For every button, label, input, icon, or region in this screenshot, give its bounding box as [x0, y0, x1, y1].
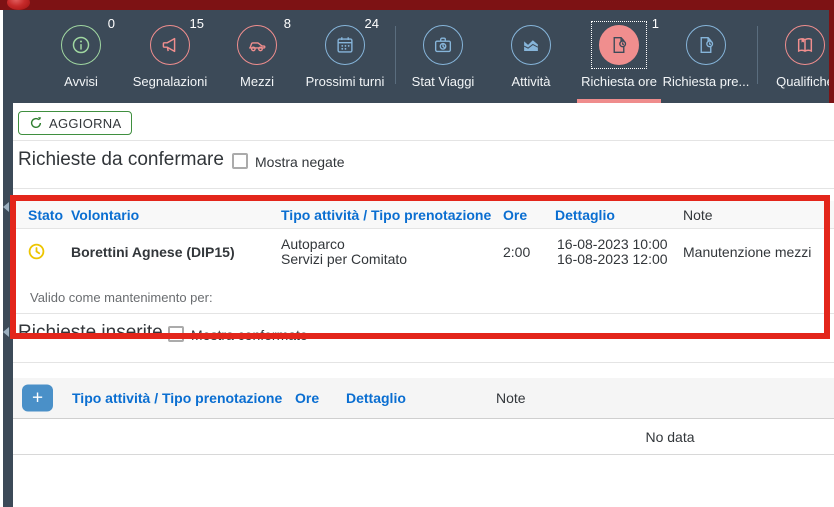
cell-volontario: Borettini Agnese (DIP15) — [71, 245, 235, 260]
badge-count: 15 — [190, 16, 204, 31]
column-header-dettaglio[interactable]: Dettaglio — [346, 390, 406, 406]
no-data-text: No data — [610, 429, 730, 445]
column-header-stato[interactable]: Stato — [28, 207, 63, 223]
divider — [13, 140, 834, 141]
column-header-ore[interactable]: Ore — [503, 207, 527, 223]
window-frame-edge — [829, 0, 834, 103]
expand-panel-arrow-icon[interactable] — [3, 327, 9, 337]
plus-icon: + — [32, 389, 43, 408]
inserted-table-header: + Tipo attività / Tipo prenotazione Ore … — [13, 378, 834, 419]
column-header-tipo[interactable]: Tipo attività / Tipo prenotazione — [281, 207, 491, 223]
tab-richiesta-prenotazione[interactable]: Richiesta pre... — [662, 10, 750, 103]
app-window: 0 Avvisi 15 Segnalazioni 8 — [0, 0, 834, 507]
column-header-volontario[interactable]: Volontario — [71, 207, 139, 223]
mostra-negate-label: Mostra negate — [255, 154, 345, 170]
row-footer-text: Valido come mantenimento per: — [30, 290, 213, 305]
tab-prossimi-turni[interactable]: 24 Prossimi turni — [301, 10, 389, 103]
car-icon — [237, 25, 277, 65]
badge-count: 8 — [284, 16, 291, 31]
tab-qualifiche[interactable]: 1 Qualifiche — [761, 10, 834, 103]
badge-count: 0 — [108, 16, 115, 31]
info-icon — [61, 25, 101, 65]
calendar-icon — [325, 25, 365, 65]
book-icon — [785, 25, 825, 65]
badge-count: 1 — [652, 16, 659, 31]
badge-count: 24 — [365, 16, 379, 31]
window-title-bar — [0, 0, 834, 10]
tab-richiesta-ore[interactable]: 1 Richiesta ore — [575, 10, 663, 103]
window-control-button[interactable] — [7, 0, 30, 10]
cell-tipo-prenotazione: Servizi per Comitato — [281, 252, 407, 267]
divider — [13, 188, 834, 189]
expand-panel-arrow-icon[interactable] — [3, 202, 9, 212]
main-content: AGGIORNA Richieste da confermare Mostra … — [13, 103, 834, 507]
mostra-confermate-label: Mostra confermate — [191, 327, 308, 343]
inserted-section-title: Richieste inserite — [18, 322, 163, 344]
tab-stat-viaggi[interactable]: Stat Viaggi — [399, 10, 487, 103]
tab-label: Prossimi turni — [293, 74, 397, 89]
column-header-note: Note — [683, 207, 713, 223]
refresh-icon — [29, 116, 43, 130]
tab-label: Richiesta pre... — [654, 74, 758, 89]
cell-dettaglio-inizio: 16-08-2023 10:00 — [557, 237, 668, 252]
mostra-negate-checkbox[interactable] — [232, 153, 248, 169]
cell-note: Manutenzione mezzi — [683, 245, 811, 260]
pending-table-header: Stato Volontario Tipo attività / Tipo pr… — [13, 201, 834, 229]
tab-mezzi[interactable]: 8 Mezzi — [213, 10, 301, 103]
column-header-ore[interactable]: Ore — [295, 390, 319, 406]
pending-clock-icon — [28, 243, 45, 260]
empty-table-row: No data — [13, 419, 834, 455]
briefcase-stats-icon — [423, 25, 463, 65]
divider — [13, 362, 834, 363]
tab-avvisi[interactable]: 0 Avvisi — [37, 10, 125, 103]
column-header-dettaglio[interactable]: Dettaglio — [555, 207, 615, 223]
tab-label: Qualifiche — [753, 74, 834, 89]
cell-ore: 2:00 — [503, 245, 530, 260]
refresh-label: AGGIORNA — [49, 116, 121, 131]
megaphone-icon — [150, 25, 190, 65]
add-request-button[interactable]: + — [22, 385, 53, 412]
mostra-confermate-checkbox[interactable] — [168, 326, 184, 342]
document-clock-icon — [599, 25, 639, 65]
column-header-tipo[interactable]: Tipo attività / Tipo prenotazione — [72, 390, 282, 406]
area-chart-icon — [511, 25, 551, 65]
icon-tab-bar: 0 Avvisi 15 Segnalazioni 8 — [13, 10, 834, 103]
cell-dettaglio-fine: 16-08-2023 12:00 — [557, 252, 668, 267]
cell-tipo-attivita: Autoparco — [281, 237, 345, 252]
refresh-button[interactable]: AGGIORNA — [18, 111, 132, 135]
collapsed-side-panel — [3, 10, 13, 507]
tab-attivita[interactable]: Attività — [487, 10, 575, 103]
divider — [13, 313, 834, 314]
pending-section-title: Richieste da confermare — [18, 149, 224, 171]
column-header-note: Note — [496, 390, 526, 406]
document-clock-icon — [686, 25, 726, 65]
tab-segnalazioni[interactable]: 15 Segnalazioni — [126, 10, 214, 103]
